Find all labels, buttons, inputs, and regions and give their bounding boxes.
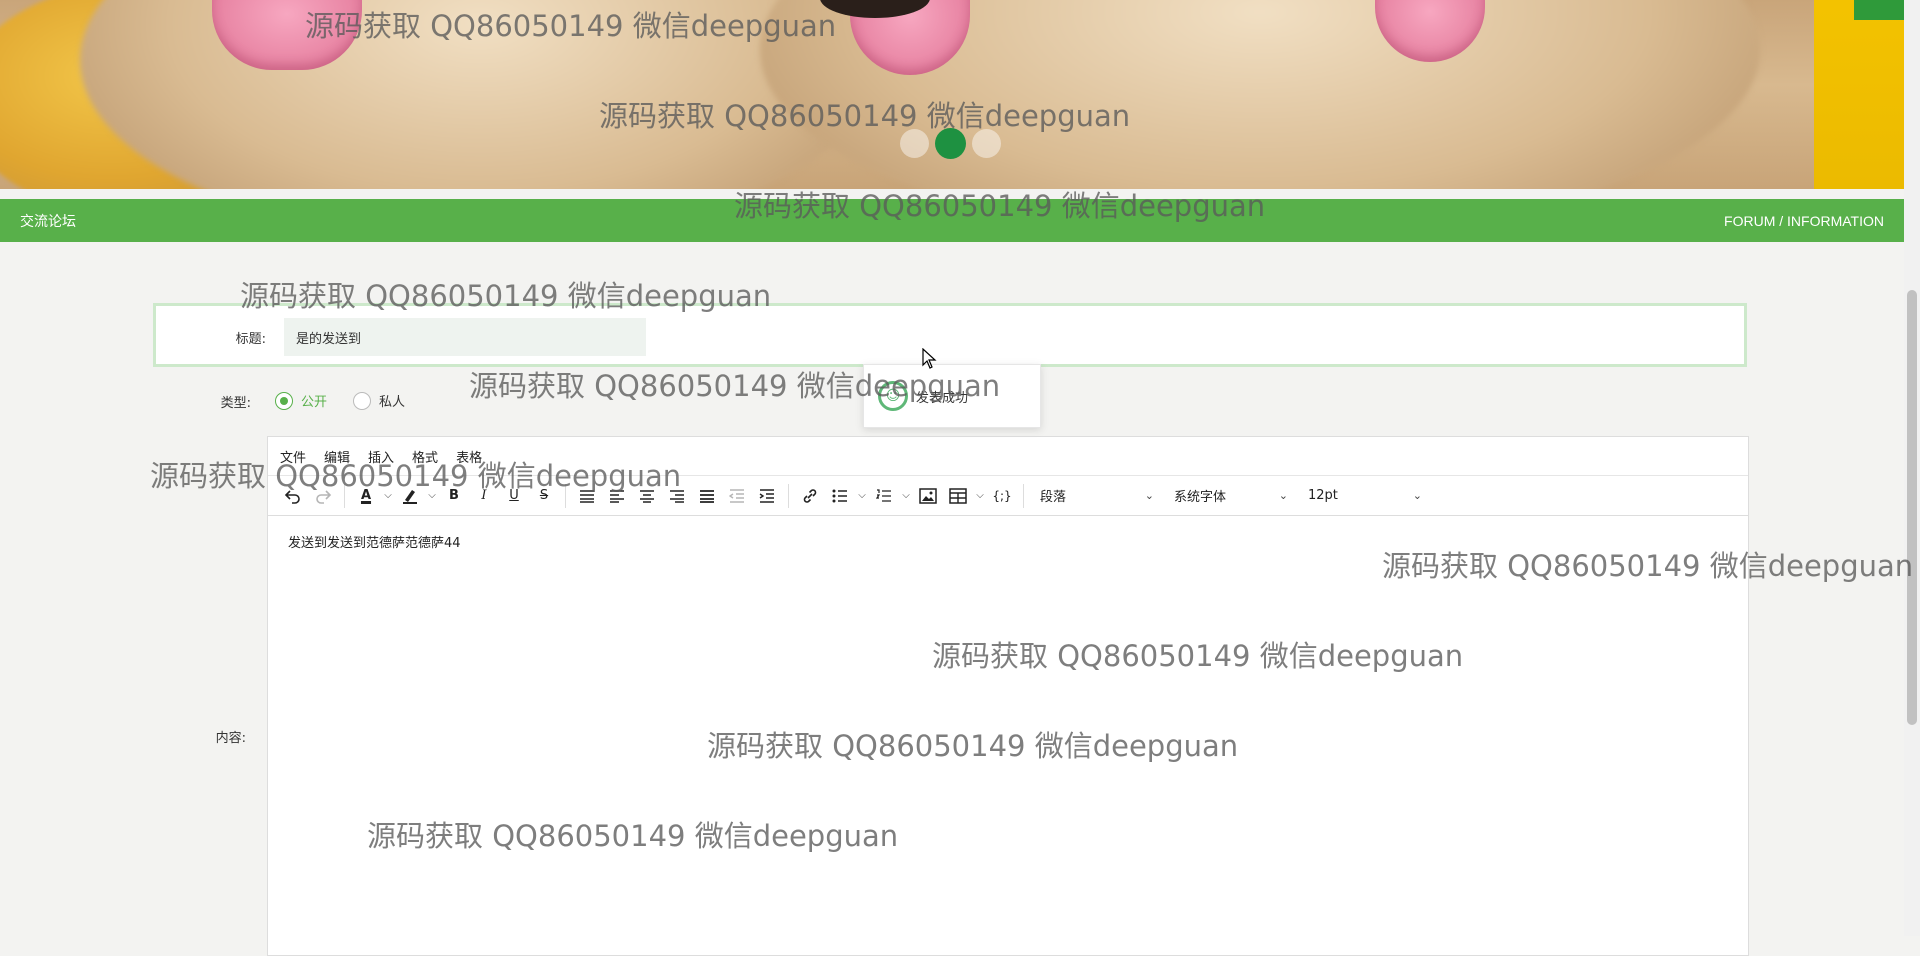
align-center-icon[interactable] [632, 481, 662, 511]
radio-private[interactable] [353, 391, 372, 410]
link-icon[interactable] [795, 481, 825, 511]
chevron-down-icon: ⌄ [1278, 489, 1288, 502]
carousel-dot-1[interactable] [900, 129, 929, 158]
block-format-value: 段落 [1040, 490, 1067, 505]
scrollbar-thumb[interactable] [1907, 290, 1917, 725]
editor-menubar: 文件 编辑 插入 格式 表格 [268, 437, 1748, 476]
carousel-dot-2[interactable] [935, 128, 966, 159]
carousel-indicators [900, 128, 1001, 159]
editor-content-area[interactable]: 发送到发送到范德萨范德萨44 [268, 516, 1748, 567]
editor-toolbar: A ⌵ ⌵ B I U S ⌵ ⌵ ⌵ {;} 段落 ⌄ 系统字体 ⌄ 12pt… [268, 476, 1748, 516]
strikethrough-icon[interactable]: S [529, 481, 559, 511]
outdent-icon[interactable] [722, 481, 752, 511]
chevron-down-icon: ⌄ [1144, 489, 1154, 502]
radio-private-label[interactable]: 私人 [379, 391, 405, 410]
radio-public[interactable] [275, 391, 293, 410]
bullet-list-dropdown-icon[interactable]: ⌵ [855, 481, 869, 511]
mouse-cursor-icon [922, 348, 937, 369]
font-size-value: 12pt [1308, 488, 1338, 503]
smile-icon: ☺ [878, 381, 908, 411]
align-justify-icon[interactable] [692, 481, 722, 511]
align-right-icon[interactable] [662, 481, 692, 511]
image-icon[interactable] [913, 481, 943, 511]
highlight-dropdown-icon[interactable]: ⌵ [425, 481, 439, 511]
hero-banner [0, 0, 1904, 189]
menu-edit[interactable]: 编辑 [324, 447, 350, 466]
bullet-list-icon[interactable] [825, 481, 855, 511]
italic-icon[interactable]: I [469, 481, 499, 511]
title-input[interactable] [284, 318, 646, 356]
menu-insert[interactable]: 插入 [368, 447, 394, 466]
chevron-down-icon: ⌄ [1412, 489, 1422, 502]
font-family-select[interactable]: 系统字体 ⌄ [1164, 481, 1298, 511]
table-icon[interactable] [943, 481, 973, 511]
toolbar-separator [344, 483, 345, 508]
redo-icon[interactable] [308, 481, 338, 511]
menu-file[interactable]: 文件 [280, 447, 306, 466]
banner-corner [1854, 0, 1904, 20]
banner-fur-right [1814, 0, 1904, 189]
content-label: 内容: [215, 731, 246, 746]
underline-icon[interactable]: U [499, 481, 529, 511]
section-title: 交流论坛 [20, 212, 76, 229]
carousel-dot-3[interactable] [972, 129, 1001, 158]
editor-content-text: 发送到发送到范德萨范德萨44 [288, 536, 461, 551]
font-size-select[interactable]: 12pt ⌄ [1298, 481, 1432, 511]
table-dropdown-icon[interactable]: ⌵ [973, 481, 987, 511]
block-format-select[interactable]: 段落 ⌄ [1030, 481, 1164, 511]
highlight-icon[interactable] [395, 481, 425, 511]
text-color-dropdown-icon[interactable]: ⌵ [381, 481, 395, 511]
toast-message: 发表成功 [916, 390, 969, 406]
section-header-bar: 交流论坛 FORUM / INFORMATION [0, 199, 1904, 242]
success-toast: ☺ 发表成功 [863, 364, 1041, 428]
radio-public-label[interactable]: 公开 [301, 391, 327, 410]
bold-icon[interactable]: B [439, 481, 469, 511]
toolbar-separator [788, 483, 789, 508]
numbered-list-icon[interactable] [869, 481, 899, 511]
text-color-icon[interactable]: A [351, 481, 381, 511]
title-label: 标题: [235, 332, 266, 347]
menu-table[interactable]: 表格 [456, 447, 482, 466]
indent-icon[interactable] [752, 481, 782, 511]
section-subtitle: FORUM / INFORMATION [1724, 212, 1884, 229]
dog-left-image [80, 0, 880, 189]
align-justify-top-icon[interactable] [572, 481, 602, 511]
type-label: 类型: [220, 396, 251, 411]
menu-format[interactable]: 格式 [412, 447, 438, 466]
align-left-icon[interactable] [602, 481, 632, 511]
undo-icon[interactable] [278, 481, 308, 511]
toolbar-separator [1023, 483, 1024, 508]
font-family-value: 系统字体 [1174, 490, 1227, 505]
code-icon[interactable]: {;} [987, 481, 1017, 511]
toolbar-separator [565, 483, 566, 508]
type-radio-group: 公开 私人 [275, 391, 431, 410]
numbered-list-dropdown-icon[interactable]: ⌵ [899, 481, 913, 511]
rich-text-editor: 文件 编辑 插入 格式 表格 A ⌵ ⌵ B I U S ⌵ ⌵ ⌵ {;} 段… [267, 436, 1749, 956]
